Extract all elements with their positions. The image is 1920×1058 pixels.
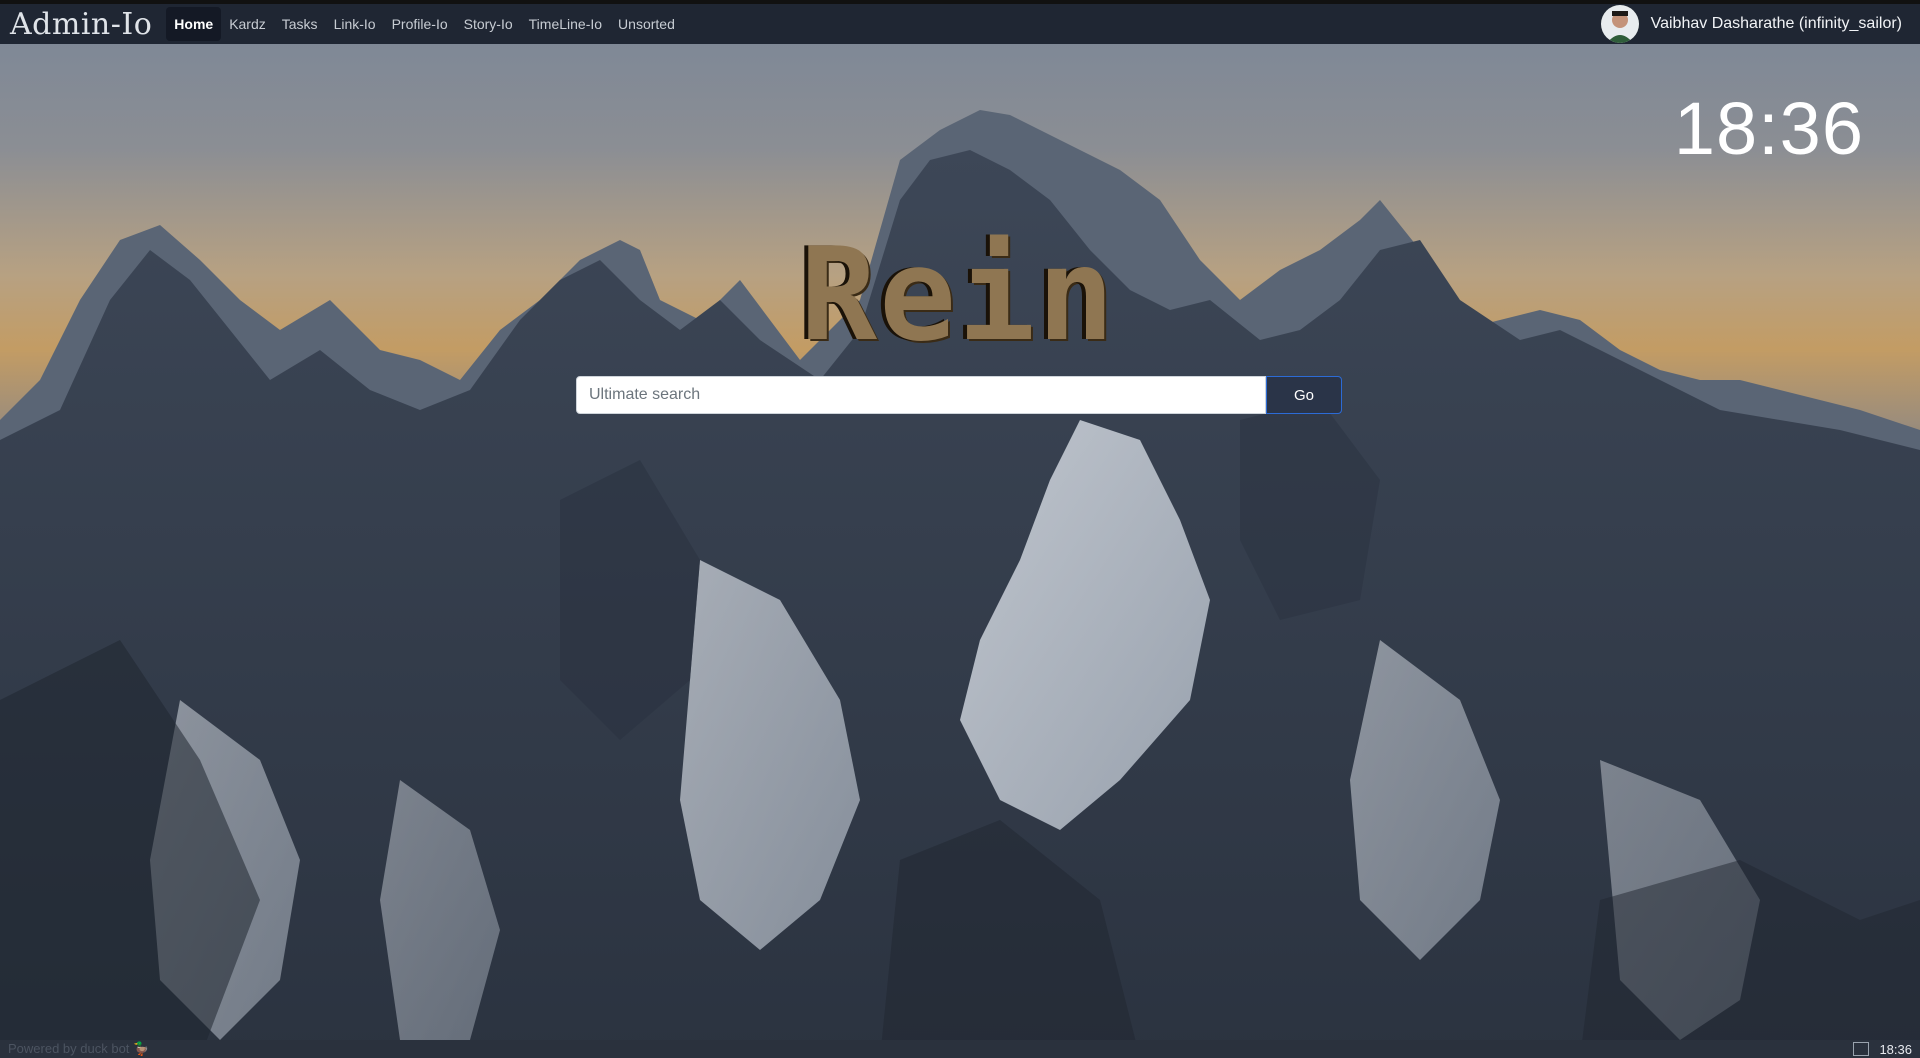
footer-bar: Powered by duck bot 🦆 18:36 (0, 1040, 1920, 1058)
nav-item-tasks[interactable]: Tasks (274, 7, 326, 41)
fullscreen-icon[interactable] (1853, 1042, 1870, 1056)
powered-by-text: Powered by duck bot 🦆 (8, 1041, 150, 1056)
mountain-background (0, 0, 1920, 1058)
footer-time: 18:36 (1879, 1041, 1912, 1057)
footer-status: 18:36 (1853, 1042, 1920, 1057)
brand-logo[interactable]: Admin-Io (0, 7, 166, 42)
user-avatar-icon[interactable] (1600, 5, 1639, 43)
nav-item-kardz[interactable]: Kardz (221, 7, 274, 41)
nav-item-timeline-io[interactable]: TimeLine-Io (521, 7, 610, 41)
nav-item-story-io[interactable]: Story-Io (456, 7, 521, 41)
duck-icon: 🦆 (133, 1041, 150, 1056)
nav-item-unsorted[interactable]: Unsorted (610, 7, 683, 41)
search-input[interactable] (576, 376, 1266, 414)
clock: 18:36 (1673, 87, 1864, 170)
user-menu[interactable]: Vaibhav Dasharathe (infinity_sailor) (1600, 4, 1902, 44)
go-button[interactable]: Go (1266, 376, 1342, 414)
nav-item-link-io[interactable]: Link-Io (326, 7, 384, 41)
top-navbar: Admin-Io Home Kardz Tasks Link-Io Profil… (0, 0, 1920, 44)
nav-item-home[interactable]: Home (166, 7, 222, 41)
mountain-illustration (0, 110, 1920, 1058)
rein-logo: Rein (800, 221, 1117, 370)
search-bar: Go (576, 376, 1342, 414)
user-name[interactable]: Vaibhav Dasharathe (infinity_sailor) (1651, 15, 1902, 33)
main-nav: Home Kardz Tasks Link-Io Profile-Io Stor… (166, 7, 683, 41)
nav-item-profile-io[interactable]: Profile-Io (384, 7, 456, 41)
